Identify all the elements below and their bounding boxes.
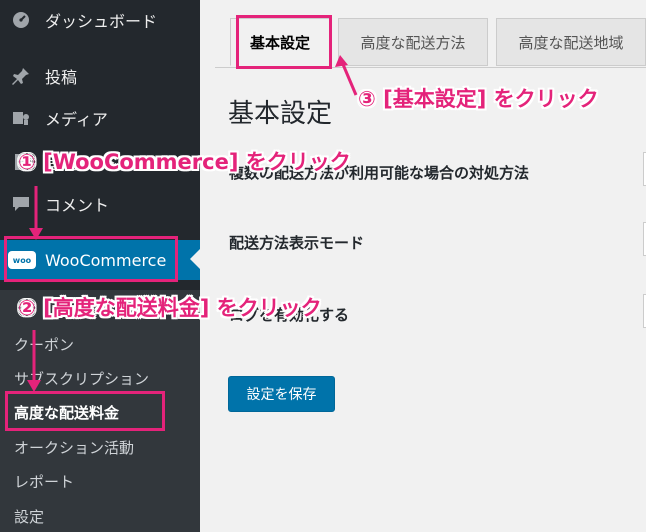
menu-item-dashboard[interactable]: ダッシュボード [0, 0, 200, 40]
tab-advanced-shipping-methods[interactable]: 高度な配送方法 [338, 18, 488, 66]
callout-step2: ② [高度な配送料金] をクリック [18, 296, 322, 320]
submenu-item-coupons[interactable]: クーポン [14, 334, 74, 355]
submenu-item-auction-activity[interactable]: オークション活動 [14, 437, 134, 458]
pushpin-icon [11, 66, 31, 86]
tab-advanced-shipping-zones[interactable]: 高度な配送地域 [496, 18, 646, 66]
submenu-item-subscriptions[interactable]: サブスクリプション [14, 368, 149, 389]
field-label-display-mode: 配送方法表示モード [229, 234, 365, 252]
media-icon [11, 108, 31, 128]
callout-step3: ③ [基本設定] をクリック [358, 87, 599, 111]
menu-item-comments[interactable]: コメント [0, 184, 200, 224]
dashboard-icon [11, 10, 31, 30]
menu-label-comments: コメント [45, 196, 110, 215]
submenu-item-reports[interactable]: レポート [14, 471, 74, 492]
current-menu-pointer [190, 249, 200, 269]
callout-step1: ① [WooCommerce] をクリック [18, 150, 351, 174]
menu-item-media[interactable]: メディア [0, 98, 200, 138]
comment-icon [11, 194, 31, 214]
menu-label-media: メディア [45, 110, 108, 129]
highlight-woocommerce [4, 236, 178, 282]
menu-item-posts[interactable]: 投稿 [0, 56, 200, 96]
highlight-advanced-shipping [5, 391, 165, 431]
highlight-basic-settings-tab [236, 15, 332, 69]
page-title: 基本設定 [228, 99, 333, 129]
menu-label-posts: 投稿 [45, 68, 78, 87]
menu-label-dashboard: ダッシュボード [45, 12, 158, 31]
submenu-item-settings[interactable]: 設定 [14, 506, 44, 527]
save-settings-button[interactable]: 設定を保存 [228, 376, 335, 412]
